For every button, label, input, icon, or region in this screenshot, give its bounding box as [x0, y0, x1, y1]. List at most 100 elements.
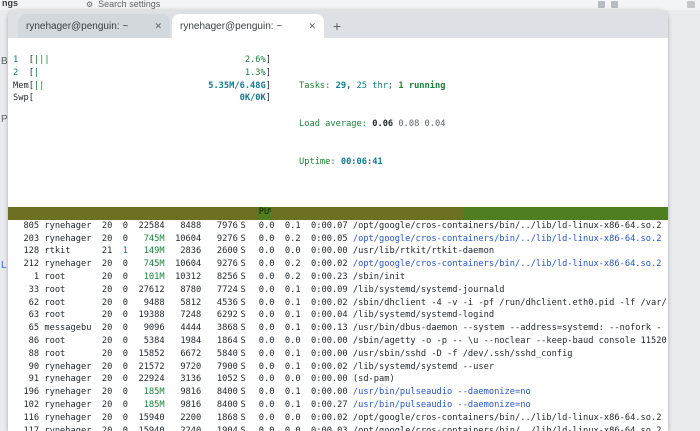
stats-column: Tasks: 29, 25 thr; 1 running Load averag…	[299, 54, 445, 195]
cell-s: S	[238, 412, 248, 425]
cell-pid: 128	[13, 245, 39, 258]
process-row[interactable]: 203rynehager200745M106049276S0.00.20:00.…	[8, 233, 668, 246]
settings-menu-letter-linux[interactable]: L	[1, 260, 7, 271]
settings-menu-letter[interactable]: P	[1, 114, 8, 125]
cell-user: root	[44, 309, 91, 322]
cell-s: S	[238, 220, 248, 233]
cell-mem: 0.1	[274, 309, 300, 322]
memory-bars: ||	[34, 80, 44, 93]
process-row[interactable]: 65messagebu200909644443868S0.00.10:00.13…	[8, 322, 668, 335]
cell-time: 0:00.02	[301, 412, 348, 425]
cell-pid: 62	[13, 297, 39, 310]
process-row[interactable]: 117rynehager2001594022401904S0.00.00:00.…	[8, 425, 668, 431]
cell-ni: 0	[112, 335, 128, 348]
cell-cpu: 0.0	[248, 348, 274, 361]
settings-search[interactable]: ⚙ Search settings	[86, 0, 160, 9]
cell-cmd: /sbin/dhclient -4 -v -i -pf /run/dhclien…	[353, 297, 668, 310]
cell-user: rynehager	[44, 361, 91, 374]
swap-label: Swp	[13, 92, 29, 105]
cell-cpu: 0.0	[248, 271, 274, 284]
cell-ni: 0	[112, 425, 128, 431]
tasks-label: Tasks:	[299, 81, 336, 91]
uptime-value: 00:06:41	[341, 157, 383, 167]
cell-cpu: 0.0	[248, 245, 274, 258]
process-row[interactable]: 1root200101M103128256S0.00.20:00.23/sbin…	[8, 271, 668, 284]
toolbar-icon[interactable]	[611, 1, 618, 8]
cell-res: 2240	[165, 425, 202, 431]
cell-shr: 6292	[201, 309, 238, 322]
cell-ni: 0	[112, 399, 128, 412]
process-row[interactable]: 102rynehager200185M98168400S0.00.10:00.2…	[8, 399, 668, 412]
toolbar-icon[interactable]	[598, 1, 605, 8]
cell-user: root	[44, 297, 91, 310]
cell-shr: 8400	[201, 399, 238, 412]
process-row[interactable]: 128rtkit211149M28362600S0.00.00:00.00/us…	[8, 245, 668, 258]
cell-virt: 5384	[128, 335, 165, 348]
cell-time: 0:00.07	[301, 220, 348, 233]
cell-pid: 117	[13, 425, 39, 431]
cell-user: rynehager	[44, 258, 91, 271]
cell-user: rynehager	[44, 425, 91, 431]
process-row[interactable]: 62root200948858124536S0.00.10:00.02/sbin…	[8, 297, 668, 310]
new-tab-button[interactable]: +	[324, 14, 350, 38]
uptime-line: Uptime: 00:06:41	[299, 156, 445, 169]
cell-pri: 20	[91, 233, 112, 246]
process-row[interactable]: 196rynehager200185M98168400S0.00.10:00.0…	[8, 386, 668, 399]
cell-virt: 15940	[128, 412, 165, 425]
process-row[interactable]: 86root200538419841864S0.00.00:00.00/sbin…	[8, 335, 668, 348]
cpu2-meter: 2[|1.3%]	[13, 67, 271, 80]
cell-virt: 185M	[128, 386, 165, 399]
cell-pid: 116	[13, 412, 39, 425]
htop-meters: 1[|||2.6%] 2[|1.3%] Mem[||5.35M/6.48G] S…	[8, 54, 668, 195]
cell-mem: 0.2	[274, 233, 300, 246]
cell-mem: 0.1	[274, 399, 300, 412]
window-corner-icon[interactable]	[687, 1, 695, 8]
cell-time: 0:00.00	[301, 348, 348, 361]
close-icon[interactable]: ✕	[302, 21, 316, 32]
cell-cmd: /sbin/init	[353, 271, 668, 284]
cell-mem: 0.0	[274, 335, 300, 348]
terminal-body[interactable]: 1[|||2.6%] 2[|1.3%] Mem[||5.35M/6.48G] S…	[8, 38, 668, 431]
cell-user: rynehager	[44, 386, 91, 399]
cell-cmd: /usr/bin/dbus-daemon --system --address=…	[353, 322, 668, 335]
cell-cpu: 0.0	[248, 373, 274, 386]
process-row[interactable]: 212rynehager200745M106049276S0.00.20:00.…	[8, 258, 668, 271]
terminal-tab-1[interactable]: rynehager@penguin: ~ ✕	[18, 14, 170, 38]
process-row[interactable]: 90rynehager2002157297207900S0.00.10:00.0…	[8, 361, 668, 374]
cell-mem: 0.2	[274, 271, 300, 284]
cell-cmd: /usr/lib/rtkit/rtkit-daemon	[353, 245, 668, 258]
close-icon[interactable]: ✕	[148, 21, 162, 32]
process-row[interactable]: 805rynehager2002258484887976S0.00.10:00.…	[8, 220, 668, 233]
cell-pri: 20	[91, 258, 112, 271]
cell-res: 9720	[165, 361, 202, 374]
cell-pri: 20	[91, 373, 112, 386]
tab-bar: rynehager@penguin: ~ ✕ rynehager@penguin…	[8, 10, 668, 38]
cell-cpu: 0.0	[248, 233, 274, 246]
cell-pri: 20	[91, 425, 112, 431]
process-row[interactable]: 63root2001938872486292S0.00.10:00.04/lib…	[8, 309, 668, 322]
cell-cpu: 0.0	[248, 309, 274, 322]
cell-ni: 1	[112, 245, 128, 258]
process-row[interactable]: 88root2001585266725840S0.00.10:00.00/usr…	[8, 348, 668, 361]
load-line: Load average: 0.06 0.08 0.04	[299, 118, 445, 131]
process-table-header[interactable]: PID USER PRI NI VIRT RES SHR S CPU% MEM%…	[8, 207, 668, 220]
cell-user: rynehager	[44, 399, 91, 412]
cell-user: root	[44, 348, 91, 361]
cell-mem: 0.0	[274, 245, 300, 258]
terminal-tab-2[interactable]: rynehager@penguin: ~ ✕	[172, 14, 324, 38]
redaction-bar	[8, 207, 258, 220]
settings-menu-letter[interactable]: B	[1, 56, 8, 67]
process-row[interactable]: 91rynehager2002292431361052S0.00.00:00.0…	[8, 373, 668, 386]
cell-user: messagebu	[44, 322, 91, 335]
process-row[interactable]: 116rynehager2001594022001868S0.00.00:00.…	[8, 412, 668, 425]
load-5min: 0.08	[398, 119, 424, 129]
swap-value: 0K/0K	[240, 92, 266, 105]
cell-time: 0:00.03	[301, 425, 348, 431]
cell-cmd: /lib/systemd/systemd --user	[353, 361, 668, 374]
cell-cmd: /lib/systemd/systemd-logind	[353, 309, 668, 322]
cell-s: S	[238, 309, 248, 322]
cell-shr: 7976	[201, 220, 238, 233]
redaction-bar	[271, 207, 463, 220]
cell-res: 3136	[165, 373, 202, 386]
process-row[interactable]: 33root2002761287807724S0.00.10:00.09/lib…	[8, 284, 668, 297]
